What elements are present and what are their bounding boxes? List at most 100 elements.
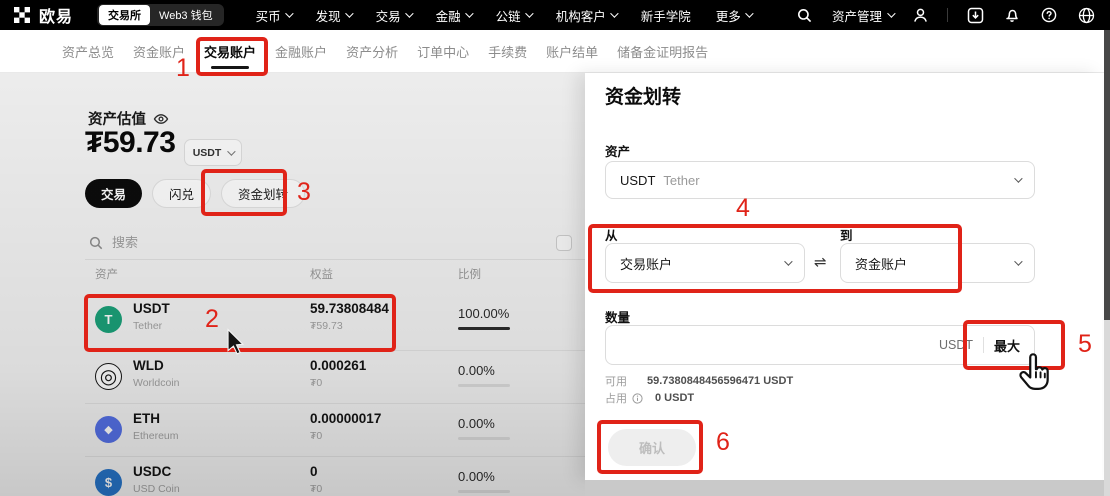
chevron-down-icon bbox=[284, 9, 294, 18]
tab-finance-account[interactable]: 金融账户 bbox=[275, 42, 327, 61]
chevron-down-icon bbox=[887, 9, 896, 18]
chevron-down-icon bbox=[524, 9, 534, 18]
notifications-bell-icon[interactable] bbox=[1002, 5, 1022, 25]
asset-name: Ethereum bbox=[133, 430, 179, 442]
menu-chains[interactable]: 公链 bbox=[496, 6, 534, 25]
asset-symbol: USDC bbox=[133, 464, 172, 479]
ratio-bar bbox=[458, 327, 510, 330]
tab-proof-of-reserves[interactable]: 储备金证明报告 bbox=[617, 42, 708, 61]
table-row-usdt[interactable]: T USDT Tether 59.73808484 ₮59.73 100.00% bbox=[85, 293, 585, 346]
transfer-button[interactable]: 资金划转 bbox=[221, 179, 306, 208]
menu-trade[interactable]: 交易 bbox=[376, 6, 414, 25]
annotation-number-6: 6 bbox=[716, 428, 730, 456]
confirm-button[interactable]: 确认 bbox=[608, 429, 696, 466]
to-account-select[interactable]: 资金账户 bbox=[840, 243, 1035, 283]
chevron-down-icon bbox=[404, 9, 414, 18]
menu-more[interactable]: 更多 bbox=[716, 6, 754, 25]
asset-equity-fiat: ₮0 bbox=[310, 483, 323, 495]
asset-search bbox=[88, 235, 252, 250]
toggle-web3-wallet[interactable]: Web3 钱包 bbox=[150, 5, 222, 25]
from-account-select[interactable]: 交易账户 bbox=[605, 243, 805, 283]
annotation-number-1: 1 bbox=[176, 54, 190, 82]
in-use-line: 占用 0 USDT bbox=[605, 390, 694, 406]
asset-equity-fiat: ₮0 bbox=[310, 430, 323, 442]
top-navbar: 欧易 交易所 Web3 钱包 买币 发现 交易 金融 公链 机构客户 新手学院 … bbox=[0, 0, 1110, 30]
ratio-bar bbox=[458, 490, 510, 493]
account-actions: 交易 闪兑 资金划转 bbox=[85, 179, 306, 208]
valuation-currency-select[interactable]: USDT bbox=[184, 139, 242, 166]
dimmed-background bbox=[585, 480, 1110, 496]
amount-input[interactable] bbox=[620, 337, 939, 353]
brand-logo[interactable]: 欧易 bbox=[12, 3, 73, 27]
language-globe-icon[interactable] bbox=[1076, 5, 1096, 25]
chevron-down-icon bbox=[609, 9, 619, 18]
chevron-down-icon bbox=[1014, 257, 1023, 266]
scrollbar-thumb[interactable] bbox=[1104, 30, 1110, 320]
active-tab-underline bbox=[211, 65, 250, 69]
tab-account-statement[interactable]: 账户结单 bbox=[546, 42, 598, 61]
navbar-right: 资产管理 bbox=[795, 0, 1096, 30]
asset-equity: 0 bbox=[310, 464, 318, 479]
asset-name: Tether bbox=[133, 320, 163, 332]
help-icon[interactable] bbox=[1039, 5, 1059, 25]
account-tabbar: 资产总览 资金账户 交易账户 金融账户 资产分析 订单中心 手续费 账户结单 储… bbox=[0, 30, 1110, 73]
info-icon[interactable] bbox=[631, 392, 643, 404]
menu-buy-crypto[interactable]: 买币 bbox=[256, 6, 294, 25]
asset-equity-fiat: ₮59.73 bbox=[310, 320, 343, 332]
asset-select[interactable]: USDT Tether bbox=[605, 161, 1035, 199]
asset-management-menu[interactable]: 资产管理 bbox=[832, 6, 896, 25]
tab-asset-analysis[interactable]: 资产分析 bbox=[346, 42, 398, 61]
menu-academy[interactable]: 新手学院 bbox=[641, 6, 691, 25]
annotation-number-5: 5 bbox=[1078, 330, 1092, 358]
ratio-bar bbox=[458, 384, 510, 387]
swap-direction-icon[interactable]: ⇌ bbox=[814, 253, 827, 271]
asset-equity: 59.73808484 bbox=[310, 301, 389, 316]
trading-account-panel: 资产估值 ₮59.73 USDT 交易 闪兑 资金划转 资产 权益 比例 bbox=[0, 73, 585, 496]
search-icon[interactable] bbox=[795, 5, 815, 25]
amount-input-wrap: USDT 最大 bbox=[605, 325, 1035, 365]
chevron-down-icon bbox=[464, 9, 474, 18]
in-use-label: 占用 bbox=[605, 393, 627, 405]
profile-icon[interactable] bbox=[910, 5, 930, 25]
table-row-wld[interactable]: ◎ WLD Worldcoin 0.000261 ₮0 0.00% bbox=[85, 350, 585, 403]
chevron-down-icon bbox=[744, 9, 754, 18]
search-input[interactable] bbox=[112, 235, 252, 250]
table-row-usdc[interactable]: $ USDC USD Coin 0 ₮0 0.00% bbox=[85, 456, 585, 496]
usdc-coin-icon: $ bbox=[95, 469, 122, 496]
tab-assets-overview[interactable]: 资产总览 bbox=[62, 42, 114, 61]
asset-symbol: USDT bbox=[133, 301, 170, 316]
mode-toggle: 交易所 Web3 钱包 bbox=[97, 4, 224, 26]
modal-title: 资金划转 bbox=[605, 87, 682, 108]
tab-fees[interactable]: 手续费 bbox=[488, 42, 527, 61]
tab-order-center[interactable]: 订单中心 bbox=[417, 42, 469, 61]
chevron-down-icon bbox=[344, 9, 354, 18]
wld-coin-icon: ◎ bbox=[95, 363, 122, 390]
divider bbox=[85, 259, 585, 260]
asset-name: Worldcoin bbox=[133, 377, 180, 389]
eye-icon[interactable] bbox=[153, 111, 169, 127]
available-value: 59.7380848456596471 USDT bbox=[647, 375, 794, 387]
menu-institutional[interactable]: 机构客户 bbox=[556, 6, 619, 25]
max-button[interactable]: 最大 bbox=[994, 336, 1020, 355]
asset-symbol: ETH bbox=[133, 411, 160, 426]
ratio-bar bbox=[458, 437, 510, 440]
download-app-icon[interactable] bbox=[965, 5, 985, 25]
menu-finance[interactable]: 金融 bbox=[436, 6, 474, 25]
menu-discover[interactable]: 发现 bbox=[316, 6, 354, 25]
available-line: 可用 59.7380848456596471 USDT bbox=[605, 373, 793, 389]
from-account-value: 交易账户 bbox=[620, 256, 673, 272]
table-row-eth[interactable]: ◆ ETH Ethereum 0.00000017 ₮0 0.00% bbox=[85, 403, 585, 456]
asset-valuation-amount: ₮59.73 bbox=[85, 126, 176, 159]
asset-ratio: 0.00% bbox=[458, 416, 495, 431]
divider bbox=[947, 8, 948, 22]
chevron-down-icon bbox=[227, 146, 236, 156]
trade-button[interactable]: 交易 bbox=[85, 179, 143, 208]
available-label: 可用 bbox=[605, 376, 627, 388]
page-scrollbar[interactable] bbox=[1104, 30, 1110, 496]
tab-trading-account[interactable]: 交易账户 bbox=[204, 42, 256, 69]
from-field-label: 从 bbox=[605, 229, 618, 243]
convert-button[interactable]: 闪兑 bbox=[152, 179, 212, 208]
toggle-exchange[interactable]: 交易所 bbox=[99, 5, 151, 25]
hide-small-assets-checkbox[interactable] bbox=[556, 235, 572, 251]
asset-symbol: WLD bbox=[133, 358, 164, 373]
